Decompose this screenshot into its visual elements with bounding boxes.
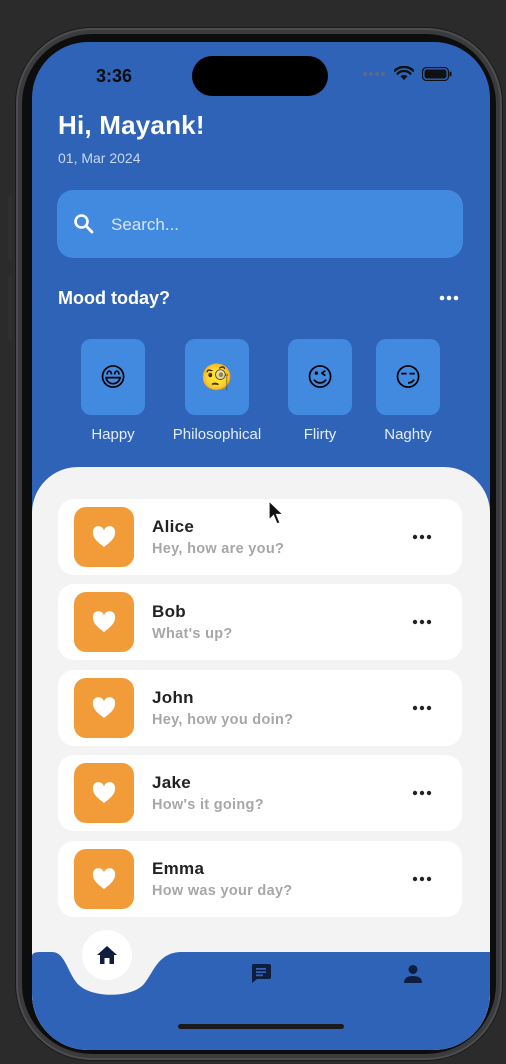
mood-emoji-happy: 😄: [81, 339, 145, 415]
wifi-icon: [394, 66, 414, 80]
mood-label-flirty: Flirty: [303, 426, 337, 443]
dynamic-island: [192, 56, 328, 96]
status-icons: [362, 66, 452, 81]
chat-message-preview: Hey, how you doin?: [152, 712, 294, 728]
avatar: [74, 507, 134, 567]
chat-item[interactable]: John Hey, how you doin?: [58, 670, 462, 746]
avatar: [74, 763, 134, 823]
chat-name: Bob: [152, 602, 186, 621]
chat-name: John: [152, 688, 194, 707]
chat-item[interactable]: Emma How was your day?: [58, 841, 462, 917]
more-horizontal-icon[interactable]: [410, 785, 434, 801]
search-icon: [74, 214, 94, 234]
chat-name: Alice: [152, 517, 195, 536]
chat-message-preview: How was your day?: [152, 883, 293, 899]
mood-emoji-naghty: 😏: [376, 339, 440, 415]
chat-item[interactable]: Alice Hey, how are you?: [58, 499, 462, 575]
heart-icon: [92, 697, 116, 718]
more-horizontal-icon[interactable]: [410, 871, 434, 887]
status-time: 3:36: [96, 66, 133, 86]
mouse-cursor-icon: [268, 500, 285, 525]
mood-option-happy[interactable]: 😄 Happy: [72, 339, 154, 443]
avatar: [74, 678, 134, 738]
heart-icon: [92, 782, 116, 803]
mood-emoji-flirty: 😉: [288, 339, 352, 415]
mood-label-naghty: Naghty: [384, 426, 432, 443]
current-date: 01, Mar 2024: [58, 150, 141, 166]
mood-option-naghty[interactable]: 😏 Naghty: [368, 339, 448, 443]
mood-option-philosophical[interactable]: 🧐 Philosophical: [164, 339, 270, 443]
volume-up-button: [8, 196, 12, 260]
battery-icon: [422, 66, 452, 81]
mood-emoji-philosophical: 🧐: [185, 339, 249, 415]
volume-down-button: [8, 276, 12, 340]
mood-label-happy: Happy: [91, 426, 135, 443]
chat-item[interactable]: Bob What's up?: [58, 584, 462, 660]
person-icon[interactable]: [403, 964, 423, 984]
home-icon: [97, 946, 117, 964]
mood-section-title: Mood today?: [58, 288, 170, 308]
mood-option-flirty[interactable]: 😉 Flirty: [280, 339, 360, 443]
nav-home-button[interactable]: [82, 930, 132, 980]
chat-name: Emma: [152, 859, 205, 878]
signal-icon: [363, 71, 385, 76]
heart-icon: [92, 868, 116, 889]
status-bar: 3:36: [32, 42, 490, 102]
chat-icon[interactable]: [250, 962, 272, 984]
avatar: [74, 592, 134, 652]
mood-label-philosophical: Philosophical: [172, 426, 262, 443]
search-bar[interactable]: [57, 190, 463, 258]
avatar: [74, 849, 134, 909]
greeting-title: Hi, Mayank!: [58, 110, 205, 140]
more-horizontal-icon[interactable]: [410, 700, 434, 716]
chat-message-preview: Hey, how are you?: [152, 541, 285, 557]
chat-name: Jake: [152, 773, 192, 792]
app-screen: 3:36 Hi, Mayank! 01, Mar 2024 Search... …: [32, 42, 490, 1050]
chat-message-preview: What's up?: [152, 626, 233, 642]
more-horizontal-icon[interactable]: [410, 529, 434, 545]
home-indicator: [178, 1024, 344, 1029]
search-input[interactable]: [109, 210, 443, 240]
chat-message-preview: How's it going?: [152, 797, 264, 813]
chat-item[interactable]: Jake How's it going?: [58, 755, 462, 831]
heart-icon: [92, 526, 116, 547]
more-horizontal-icon[interactable]: [438, 290, 460, 306]
heart-icon: [92, 611, 116, 632]
more-horizontal-icon[interactable]: [410, 614, 434, 630]
